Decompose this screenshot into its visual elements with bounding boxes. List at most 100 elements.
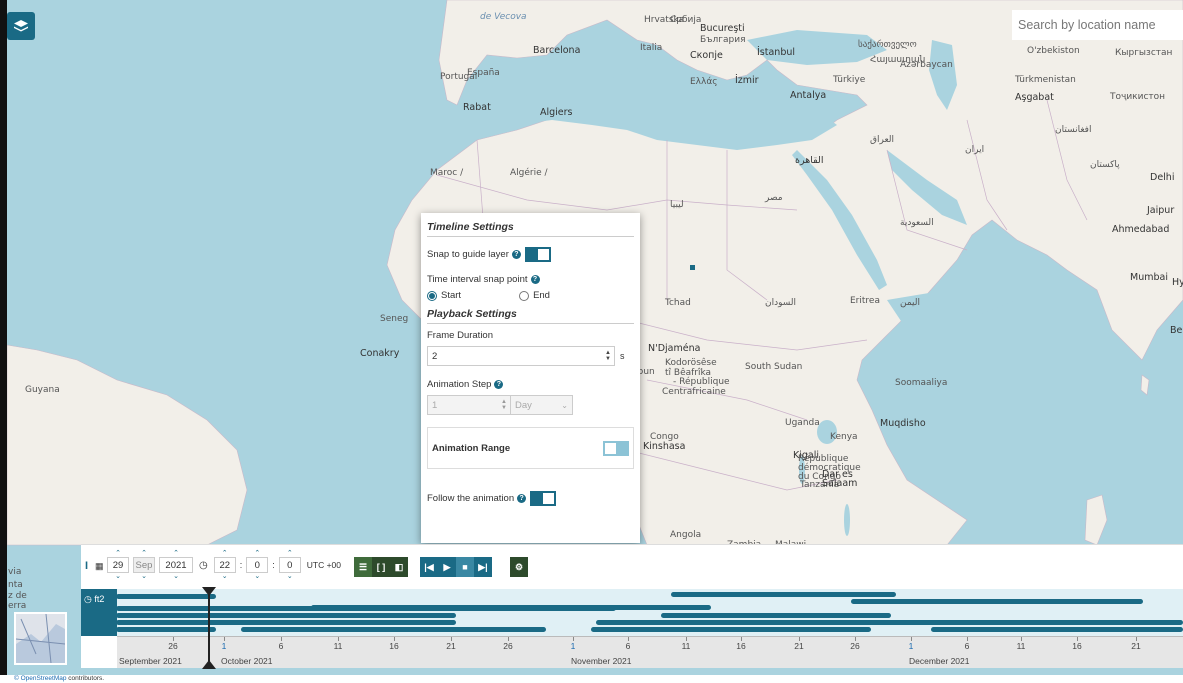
gear-button[interactable]: ⚙ [510, 557, 528, 577]
up-icon[interactable]: ⌃ [287, 550, 293, 557]
timeline-segment[interactable] [116, 613, 456, 618]
timeline-segment[interactable] [931, 627, 1183, 632]
chevron-down-icon: ⌄ [561, 400, 568, 410]
map-place-label: Kenya [830, 432, 858, 442]
frame-row: 2 ▲ ▼ s [427, 346, 634, 366]
map-place-label: مصر [765, 193, 783, 203]
map-place-label: القاهرة [795, 155, 824, 166]
map-place-label: საქართველო [858, 40, 917, 50]
year-value[interactable]: 2021 [159, 557, 193, 573]
spinner-icon[interactable]: ▲ ▼ [605, 350, 611, 362]
map-place-label: العراق [870, 135, 895, 145]
timeline-segment[interactable] [661, 613, 891, 618]
playback-controls: |◀ ▶ ■ ▶| [420, 557, 492, 577]
axis-tick-label: 26 [168, 641, 178, 651]
current-time-cursor[interactable] [208, 589, 210, 668]
axis-tick-label: 16 [1072, 641, 1082, 651]
up-icon[interactable]: ⌃ [222, 550, 228, 557]
down-icon[interactable]: ⌄ [173, 573, 179, 580]
timeline-segment[interactable] [116, 594, 216, 599]
timeline-track[interactable] [81, 589, 1183, 636]
up-icon[interactable]: ⌃ [141, 550, 147, 557]
app-root: Barcelona España Portugal Italia Hrvatska Срб… [0, 0, 1183, 683]
bracket-button[interactable]: [ ] [372, 557, 390, 577]
timeline-segment[interactable] [241, 627, 546, 632]
map-place-label: Barcelona [533, 45, 581, 56]
up-icon[interactable]: ⌃ [173, 550, 179, 557]
month-value[interactable]: Sep [133, 557, 155, 573]
timeline-layer-label: ◷ ft2 [81, 589, 117, 636]
down-icon[interactable]: ⌄ [287, 573, 293, 580]
down-icon[interactable]: ⌄ [141, 573, 147, 580]
axis-tick-label: 11 [333, 641, 343, 651]
stop-button[interactable]: ■ [456, 557, 474, 577]
cursor-text-icon[interactable]: I [85, 560, 88, 572]
osm-link[interactable]: © OpenStreetMap [14, 675, 66, 682]
map-place-label: Portugal [440, 72, 478, 82]
timeline-segment[interactable] [116, 620, 456, 625]
help-icon[interactable]: ? [494, 380, 504, 389]
day-value[interactable]: 29 [107, 557, 129, 573]
axis-month-label: September 2021 [119, 656, 182, 666]
map-place-label: پاکستان [1090, 160, 1120, 170]
help-icon[interactable]: ? [511, 250, 521, 259]
frame-unit: s [620, 351, 625, 361]
animation-step-unit-select[interactable]: Day ⌄ [511, 395, 573, 415]
timeline-segment[interactable] [596, 620, 1183, 625]
timeline-segment[interactable] [851, 599, 1143, 604]
day-spinner[interactable]: ⌃ 29 ⌄ [107, 550, 129, 580]
snap-toggle[interactable] [524, 247, 551, 262]
timeline-segment[interactable] [116, 627, 216, 632]
range-label: Animation Range [432, 442, 511, 454]
timeline-segment[interactable] [671, 592, 896, 597]
toggle-knob [537, 249, 549, 260]
month-spinner[interactable]: ⌃ Sep ⌄ [133, 550, 155, 580]
timeline-segment[interactable] [311, 605, 711, 610]
axis-tick-label: 21 [446, 641, 456, 651]
map-place-label: Salaam [822, 478, 858, 489]
timeline-segment[interactable] [591, 627, 871, 632]
up-icon[interactable]: ⌃ [254, 550, 260, 557]
layers-button[interactable] [7, 12, 35, 40]
basemap-thumbnail[interactable] [14, 612, 67, 665]
map-place-label: Hyde [1172, 277, 1183, 288]
up-icon[interactable]: ⌃ [115, 550, 121, 557]
skip-forward-button[interactable]: ▶| [474, 557, 492, 577]
year-spinner[interactable]: ⌃ 2021 ⌄ [159, 550, 193, 580]
follow-toggle[interactable] [530, 491, 557, 506]
down-icon[interactable]: ⌄ [254, 573, 260, 580]
skip-back-button[interactable]: |◀ [420, 557, 438, 577]
calendar-icon[interactable]: ▦ [95, 561, 104, 572]
minute-value[interactable]: 0 [246, 557, 269, 573]
spinner-icon[interactable]: ▲ ▼ [501, 399, 507, 411]
map-place-label: Србија [670, 15, 702, 25]
down-icon[interactable]: ⌄ [222, 573, 228, 580]
map-place-label: Angola [670, 530, 702, 540]
second-value[interactable]: 0 [278, 557, 301, 573]
list-view-button[interactable]: ☰ [354, 557, 372, 577]
map-place-label: z de [8, 591, 27, 601]
bookmark-button[interactable]: ◧ [390, 557, 408, 577]
end-radio[interactable] [519, 290, 530, 301]
second-spinner[interactable]: ⌃ 0 ⌄ [278, 550, 301, 580]
minute-spinner[interactable]: ⌃ 0 ⌄ [246, 550, 269, 580]
animation-step-input[interactable]: 1 ▲ ▼ [427, 395, 511, 415]
play-button[interactable]: ▶ [438, 557, 456, 577]
hour-spinner[interactable]: ⌃ 22 ⌄ [213, 550, 236, 580]
help-icon[interactable]: ? [530, 275, 540, 284]
help-icon[interactable]: ? [517, 494, 527, 503]
cursor-top-handle[interactable] [202, 587, 216, 596]
animation-range-toggle[interactable] [603, 440, 629, 456]
hour-value[interactable]: 22 [213, 557, 236, 573]
map-place-label: Algérie / [510, 168, 548, 178]
map-place-label: Soomaaliya [895, 378, 948, 388]
timeline-settings-panel: Timeline Settings Snap to guide layer ? … [421, 213, 640, 543]
start-radio[interactable] [427, 290, 437, 301]
down-icon[interactable]: ⌄ [115, 573, 121, 580]
map-place-label: السعودية [900, 218, 934, 228]
location-search-input[interactable]: Search by location name [1012, 10, 1183, 40]
cursor-bottom-handle[interactable] [202, 660, 216, 669]
frame-duration-input[interactable]: 2 ▲ ▼ [427, 346, 615, 366]
playback-settings-title: Playback Settings [427, 308, 634, 324]
map-place-label: erra [8, 601, 27, 611]
